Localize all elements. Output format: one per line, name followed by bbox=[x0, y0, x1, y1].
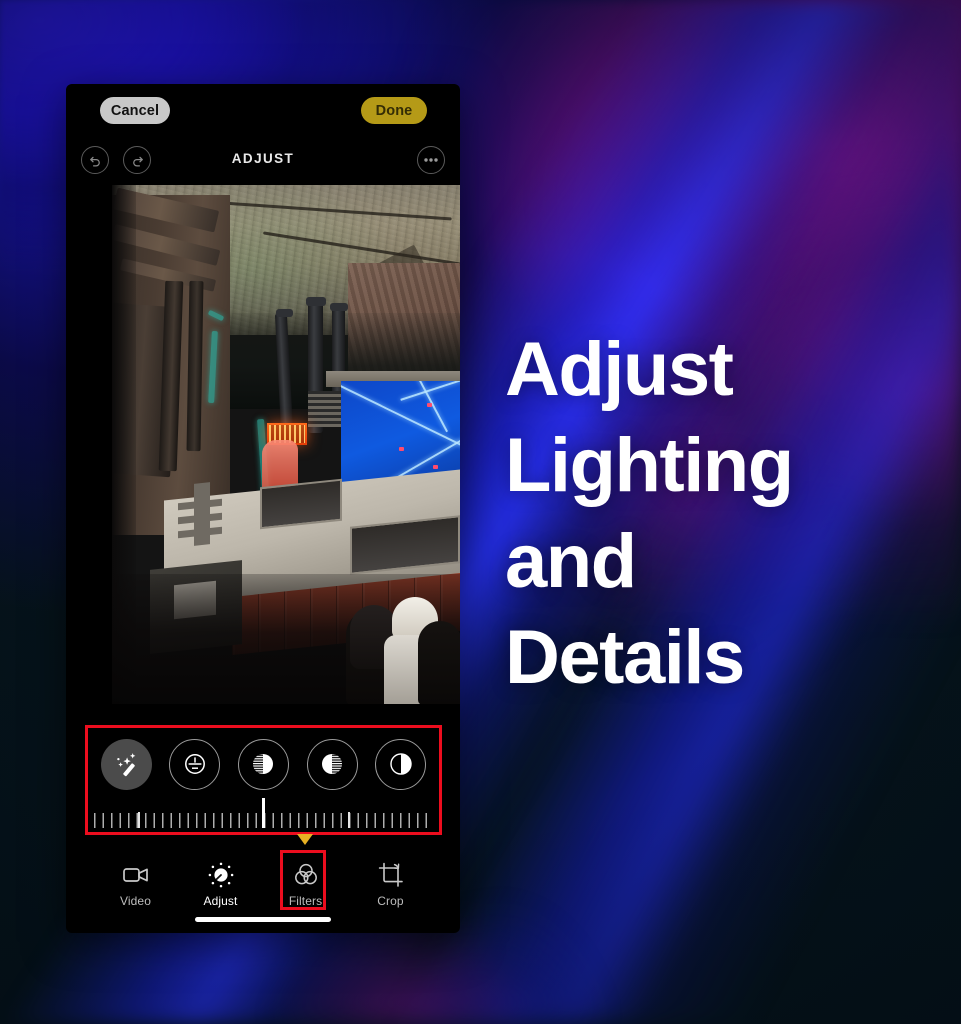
editor-tool-bar: ADJUST bbox=[66, 140, 460, 182]
adjust-controls-panel bbox=[85, 725, 442, 835]
more-options-button[interactable] bbox=[417, 146, 445, 174]
undo-button[interactable] bbox=[81, 146, 109, 174]
cancel-button[interactable]: Cancel bbox=[100, 97, 170, 124]
ruler-major-tick bbox=[348, 812, 350, 828]
camcorder-icon bbox=[122, 860, 149, 890]
headline-line-1: Adjust bbox=[505, 327, 734, 412]
tab-crop[interactable]: Crop bbox=[360, 854, 422, 908]
phone-screenshot: Cancel Done ADJUST Video Adjust Filters … bbox=[66, 84, 460, 933]
scene-vents bbox=[308, 391, 342, 427]
crop-rotate-icon bbox=[378, 860, 404, 890]
tab-crop-label: Crop bbox=[377, 894, 404, 908]
highlights-icon bbox=[319, 751, 345, 777]
tab-video[interactable]: Video bbox=[105, 854, 167, 908]
redo-button[interactable] bbox=[123, 146, 151, 174]
adjust-tool-highlights[interactable] bbox=[306, 738, 358, 790]
screenshot-canvas: Adjust Lighting and Details Cancel Done … bbox=[0, 0, 961, 1024]
scene-monitor-line bbox=[341, 384, 460, 452]
undo-arrow-icon bbox=[88, 153, 103, 168]
scene-monitor-marker bbox=[433, 465, 438, 469]
tab-adjust-label: Adjust bbox=[203, 894, 238, 908]
redo-arrow-icon bbox=[130, 153, 145, 168]
ellipsis-icon bbox=[423, 157, 439, 163]
adjust-tab-pointer-triangle bbox=[297, 834, 313, 845]
editor-top-bar: Cancel Done bbox=[66, 84, 460, 136]
magic-wand-icon bbox=[113, 751, 140, 778]
page-title: Adjust Lighting and Details bbox=[505, 322, 925, 706]
brilliance-icon bbox=[250, 751, 276, 777]
video-preview[interactable]: 0:01 –0:33 HIGHLIGHTS bbox=[112, 185, 460, 704]
dial-icon bbox=[208, 860, 234, 890]
editor-tab-bar: Video Adjust Filters Crop bbox=[66, 854, 460, 916]
three-circles-icon bbox=[293, 860, 319, 890]
headline-line-4: Details bbox=[505, 615, 745, 700]
tab-adjust[interactable]: Adjust bbox=[190, 854, 252, 908]
scene-pipe-cap bbox=[306, 297, 326, 306]
scene-person-hair bbox=[418, 621, 460, 704]
home-indicator bbox=[195, 917, 331, 922]
scene-hull-window bbox=[260, 478, 342, 530]
tab-filters[interactable]: Filters bbox=[275, 854, 337, 908]
headline-line-3: and bbox=[505, 519, 637, 604]
scene-hull-stripe bbox=[194, 482, 210, 546]
exposure-icon bbox=[183, 752, 207, 776]
tab-filters-label: Filters bbox=[288, 894, 323, 908]
video-frame-content bbox=[112, 185, 460, 704]
scene-monitor-marker bbox=[427, 403, 432, 407]
tab-video-label: Video bbox=[120, 894, 151, 908]
scene-monitor-marker bbox=[399, 447, 404, 451]
scene-pipe-cap bbox=[330, 303, 348, 311]
shadows-icon bbox=[388, 751, 414, 777]
ruler-major-tick bbox=[138, 812, 140, 828]
done-button[interactable]: Done bbox=[361, 97, 427, 124]
intensity-ruler-slider[interactable] bbox=[94, 794, 433, 832]
scene-monitor-line bbox=[403, 381, 449, 433]
adjust-tool-shadows[interactable] bbox=[375, 738, 427, 790]
headline-line-2: Lighting bbox=[505, 423, 794, 508]
adjust-tool-row bbox=[88, 734, 439, 794]
scene-beam bbox=[186, 280, 204, 452]
ruler-value-indicator[interactable] bbox=[262, 798, 265, 828]
adjust-tool-auto-enhance[interactable] bbox=[100, 738, 152, 790]
adjust-tool-exposure[interactable] bbox=[169, 738, 221, 790]
adjust-tool-brilliance[interactable] bbox=[237, 738, 289, 790]
scene-pipe-cap bbox=[276, 309, 293, 317]
